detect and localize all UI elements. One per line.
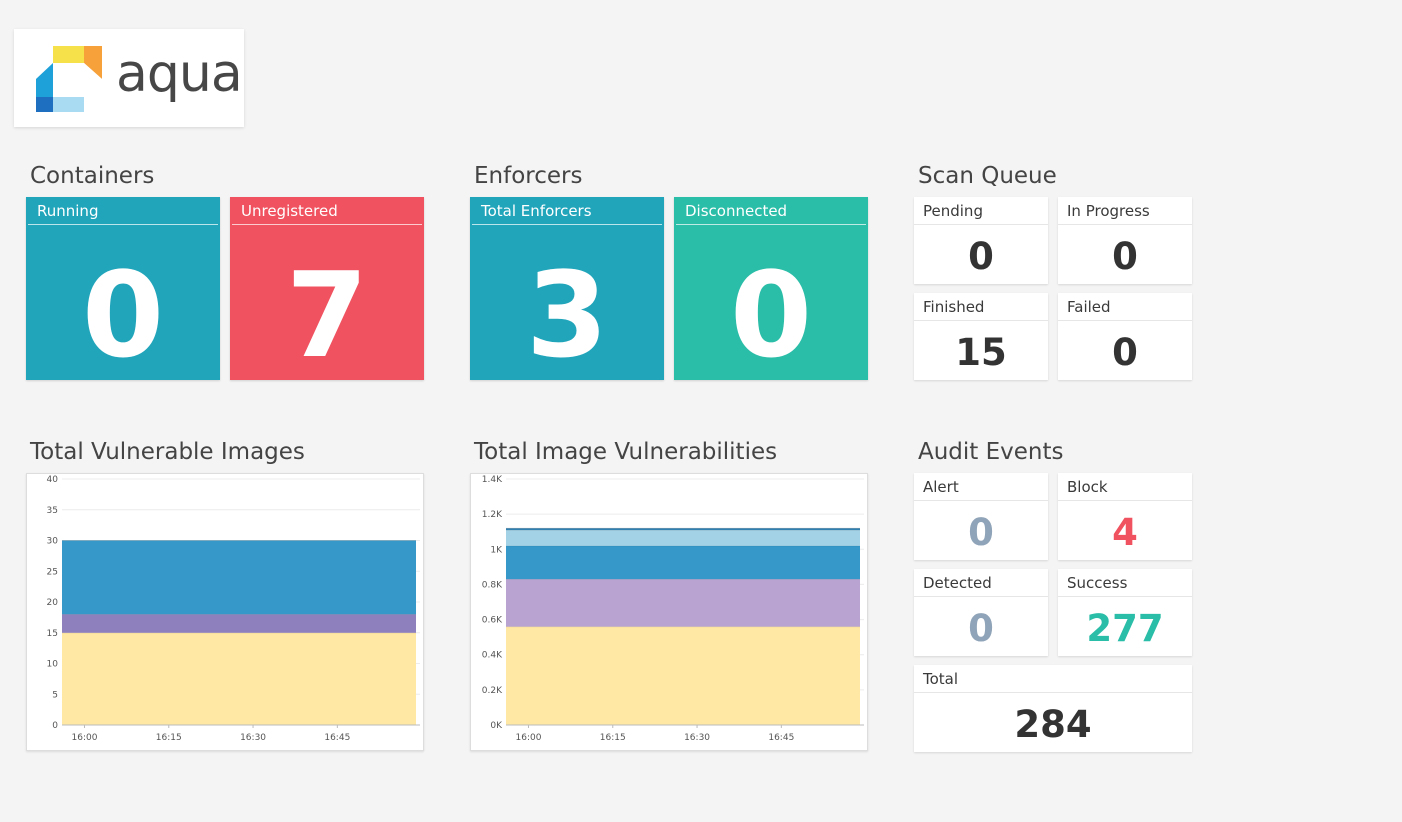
vulnerable-images-y-tick-label: 35 bbox=[47, 506, 58, 516]
unregistered-label: Unregistered bbox=[232, 197, 422, 225]
disconnected-value: 0 bbox=[729, 246, 813, 384]
image-vulnerabilities-series-1-area[interactable] bbox=[506, 626, 860, 725]
vulnerable-images-series-2-area[interactable] bbox=[62, 614, 416, 633]
block-value: 4 bbox=[1112, 511, 1138, 554]
running-value: 0 bbox=[81, 246, 165, 384]
image-vulnerabilities-y-tick-label: 0.2K bbox=[482, 686, 503, 696]
in-progress-tile[interactable]: In Progress 0 bbox=[1058, 197, 1192, 284]
image-vulnerabilities-y-tick-label: 0.8K bbox=[482, 580, 503, 590]
image-vulnerabilities-title: Total Image Vulnerabilities bbox=[474, 439, 778, 465]
vulnerable-images-x-tick-label: 16:15 bbox=[156, 733, 182, 743]
vulnerable-images-y-tick-label: 20 bbox=[47, 598, 59, 608]
image-vulnerabilities-y-tick-label: 1.2K bbox=[482, 510, 503, 520]
image-vulnerabilities-series-4-area[interactable] bbox=[506, 529, 860, 546]
vulnerable-images-chart-svg: 0 5 10 15 20 25 30 35 40 16:00 16:15 16:30 16:45 bbox=[47, 475, 420, 743]
audit-events-title: Audit Events bbox=[918, 439, 1064, 465]
disconnected-label: Disconnected bbox=[676, 197, 866, 225]
total-label: Total bbox=[914, 665, 1192, 693]
finished-value: 15 bbox=[955, 331, 1007, 374]
vulnerable-images-x-tick-label: 16:30 bbox=[240, 733, 266, 743]
vulnerable-images-y-tick-label: 0 bbox=[52, 721, 58, 731]
detected-tile[interactable]: Detected 0 bbox=[914, 569, 1048, 656]
disconnected-tile[interactable]: Disconnected 0 bbox=[674, 197, 868, 380]
vulnerable-images-y-tick-label: 15 bbox=[47, 629, 58, 639]
vulnerable-images-series-1-area[interactable] bbox=[62, 632, 416, 725]
vulnerable-images-title: Total Vulnerable Images bbox=[30, 439, 305, 465]
containers-title: Containers bbox=[30, 163, 155, 189]
alert-value: 0 bbox=[968, 511, 994, 554]
total-enforcers-value: 3 bbox=[525, 246, 609, 384]
vulnerable-images-x-tick-label: 16:00 bbox=[72, 733, 98, 743]
image-vulnerabilities-chart[interactable]: 0K 0.2K 0.4K 0.6K 0.8K 1K 1.2K 1.4K 16:00 16:15 16… bbox=[470, 473, 868, 751]
vulnerable-images-y-tick-label: 25 bbox=[47, 567, 58, 577]
enforcers-title: Enforcers bbox=[474, 163, 583, 189]
vulnerable-images-chart[interactable]: 0 5 10 15 20 25 30 35 40 16:00 16:15 16:30 16:45 bbox=[26, 473, 424, 751]
total-enforcers-label: Total Enforcers bbox=[472, 197, 662, 225]
failed-tile[interactable]: Failed 0 bbox=[1058, 293, 1192, 380]
block-label: Block bbox=[1058, 473, 1192, 501]
vulnerable-images-y-tick-label: 5 bbox=[52, 690, 58, 700]
image-vulnerabilities-x-tick-label: 16:15 bbox=[600, 733, 626, 743]
success-value: 277 bbox=[1086, 607, 1164, 650]
vulnerable-images-y-tick-label: 30 bbox=[47, 537, 59, 547]
scan-queue-title: Scan Queue bbox=[918, 163, 1057, 189]
image-vulnerabilities-x-tick-label: 16:45 bbox=[768, 733, 794, 743]
image-vulnerabilities-y-tick-label: 0.6K bbox=[482, 616, 503, 626]
image-vulnerabilities-series-3-area[interactable] bbox=[506, 545, 860, 580]
image-vulnerabilities-x-tick-label: 16:00 bbox=[516, 733, 542, 743]
image-vulnerabilities-y-tick-label: 1K bbox=[490, 545, 503, 555]
aqua-logo[interactable]: aqua bbox=[14, 29, 244, 127]
running-label: Running bbox=[28, 197, 218, 225]
detected-label: Detected bbox=[914, 569, 1048, 597]
failed-value: 0 bbox=[1112, 331, 1138, 374]
aqua-logo-icon bbox=[36, 46, 102, 112]
detected-value: 0 bbox=[968, 607, 994, 650]
success-label: Success bbox=[1058, 569, 1192, 597]
image-vulnerabilities-y-tick-label: 0.4K bbox=[482, 651, 503, 661]
total-value: 284 bbox=[1014, 703, 1092, 746]
unregistered-value: 7 bbox=[285, 246, 369, 384]
alert-label: Alert bbox=[914, 473, 1048, 501]
total-tile[interactable]: Total 284 bbox=[914, 665, 1192, 752]
in-progress-value: 0 bbox=[1112, 235, 1138, 278]
finished-label: Finished bbox=[914, 293, 1048, 321]
alert-tile[interactable]: Alert 0 bbox=[914, 473, 1048, 560]
pending-value: 0 bbox=[968, 235, 994, 278]
image-vulnerabilities-y-tick-label: 0K bbox=[490, 721, 503, 731]
failed-label: Failed bbox=[1058, 293, 1192, 321]
image-vulnerabilities-series-2-area[interactable] bbox=[506, 579, 860, 627]
image-vulnerabilities-y-tick-label: 1.4K bbox=[482, 475, 503, 485]
total-enforcers-tile[interactable]: Total Enforcers 3 bbox=[470, 197, 664, 380]
finished-tile[interactable]: Finished 15 bbox=[914, 293, 1048, 380]
in-progress-label: In Progress bbox=[1058, 197, 1192, 225]
vulnerable-images-y-tick-label: 40 bbox=[47, 475, 59, 485]
pending-label: Pending bbox=[914, 197, 1048, 225]
logo-text: aqua bbox=[116, 44, 243, 104]
vulnerable-images-series-3-area[interactable] bbox=[62, 540, 416, 615]
block-tile[interactable]: Block 4 bbox=[1058, 473, 1192, 560]
image-vulnerabilities-x-tick-label: 16:30 bbox=[684, 733, 710, 743]
running-tile[interactable]: Running 0 bbox=[26, 197, 220, 380]
success-tile[interactable]: Success 277 bbox=[1058, 569, 1192, 656]
image-vulnerabilities-chart-svg: 0K 0.2K 0.4K 0.6K 0.8K 1K 1.2K 1.4K 16:00 16:15 16… bbox=[482, 475, 864, 743]
vulnerable-images-y-tick-label: 10 bbox=[47, 660, 59, 670]
unregistered-tile[interactable]: Unregistered 7 bbox=[230, 197, 424, 380]
pending-tile[interactable]: Pending 0 bbox=[914, 197, 1048, 284]
vulnerable-images-x-tick-label: 16:45 bbox=[324, 733, 350, 743]
